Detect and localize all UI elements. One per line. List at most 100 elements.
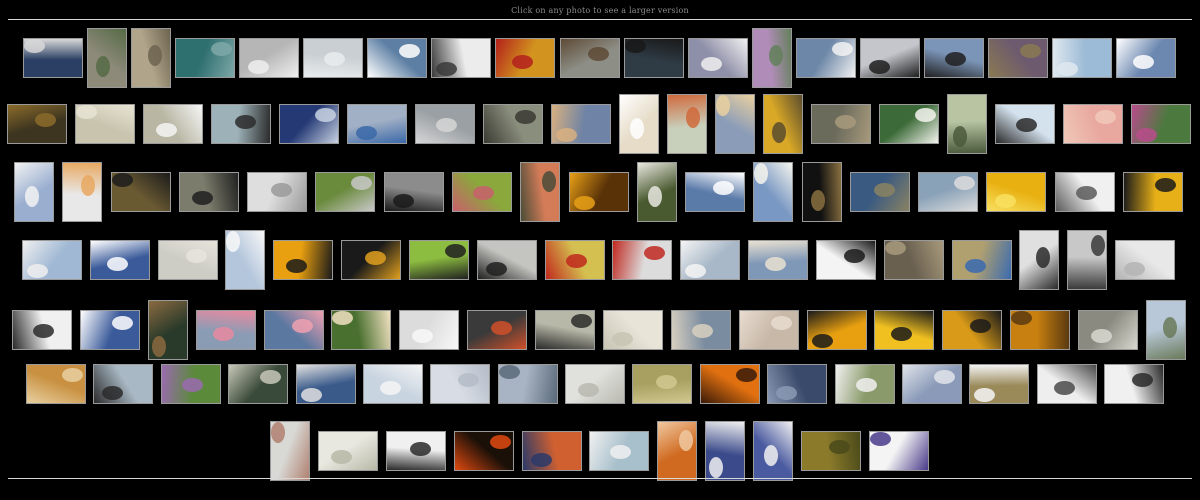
photo-thumbnail[interactable] — [225, 230, 265, 290]
photo-thumbnail[interactable] — [161, 364, 221, 404]
photo-thumbnail[interactable] — [565, 364, 625, 404]
photo-thumbnail[interactable] — [1037, 364, 1097, 404]
photo-thumbnail[interactable] — [685, 172, 745, 212]
photo-thumbnail[interactable] — [386, 431, 446, 471]
photo-thumbnail[interactable] — [315, 172, 375, 212]
photo-thumbnail[interactable] — [969, 364, 1029, 404]
photo-thumbnail[interactable] — [279, 104, 339, 144]
photo-thumbnail[interactable] — [1063, 104, 1123, 144]
photo-thumbnail[interactable] — [942, 310, 1002, 350]
photo-thumbnail[interactable] — [947, 94, 987, 154]
photo-thumbnail[interactable] — [399, 310, 459, 350]
photo-thumbnail[interactable] — [1116, 38, 1176, 78]
photo-thumbnail[interactable] — [753, 421, 793, 481]
photo-thumbnail[interactable] — [498, 364, 558, 404]
photo-thumbnail[interactable] — [143, 104, 203, 144]
photo-thumbnail[interactable] — [816, 240, 876, 280]
photo-thumbnail[interactable] — [807, 310, 867, 350]
photo-thumbnail[interactable] — [850, 172, 910, 212]
photo-thumbnail[interactable] — [62, 162, 102, 222]
photo-thumbnail[interactable] — [918, 172, 978, 212]
photo-thumbnail[interactable] — [228, 364, 288, 404]
photo-thumbnail[interactable] — [748, 240, 808, 280]
photo-thumbnail[interactable] — [560, 38, 620, 78]
photo-thumbnail[interactable] — [1067, 230, 1107, 290]
photo-thumbnail[interactable] — [869, 431, 929, 471]
photo-thumbnail[interactable] — [680, 240, 740, 280]
photo-thumbnail[interactable] — [632, 364, 692, 404]
photo-thumbnail[interactable] — [331, 310, 391, 350]
photo-thumbnail[interactable] — [452, 172, 512, 212]
photo-thumbnail[interactable] — [270, 421, 310, 481]
photo-thumbnail[interactable] — [835, 364, 895, 404]
photo-thumbnail[interactable] — [535, 310, 595, 350]
photo-thumbnail[interactable] — [1052, 38, 1112, 78]
photo-thumbnail[interactable] — [924, 38, 984, 78]
photo-thumbnail[interactable] — [80, 310, 140, 350]
photo-thumbnail[interactable] — [467, 310, 527, 350]
photo-thumbnail[interactable] — [902, 364, 962, 404]
photo-thumbnail[interactable] — [1131, 104, 1191, 144]
photo-thumbnail[interactable] — [454, 431, 514, 471]
photo-thumbnail[interactable] — [341, 240, 401, 280]
photo-thumbnail[interactable] — [763, 94, 803, 154]
photo-thumbnail[interactable] — [384, 172, 444, 212]
photo-thumbnail[interactable] — [363, 364, 423, 404]
photo-thumbnail[interactable] — [26, 364, 86, 404]
photo-thumbnail[interactable] — [753, 162, 793, 222]
photo-thumbnail[interactable] — [14, 162, 54, 222]
photo-thumbnail[interactable] — [211, 104, 271, 144]
photo-thumbnail[interactable] — [624, 38, 684, 78]
photo-thumbnail[interactable] — [264, 310, 324, 350]
photo-thumbnail[interactable] — [545, 240, 605, 280]
photo-thumbnail[interactable] — [303, 38, 363, 78]
photo-thumbnail[interactable] — [296, 364, 356, 404]
photo-thumbnail[interactable] — [986, 172, 1046, 212]
photo-thumbnail[interactable] — [603, 310, 663, 350]
photo-thumbnail[interactable] — [75, 104, 135, 144]
photo-thumbnail[interactable] — [1078, 310, 1138, 350]
photo-thumbnail[interactable] — [273, 240, 333, 280]
photo-thumbnail[interactable] — [715, 94, 755, 154]
photo-thumbnail[interactable] — [705, 421, 745, 481]
photo-thumbnail[interactable] — [802, 162, 842, 222]
photo-thumbnail[interactable] — [90, 240, 150, 280]
photo-thumbnail[interactable] — [1010, 310, 1070, 350]
photo-thumbnail[interactable] — [158, 240, 218, 280]
photo-thumbnail[interactable] — [522, 431, 582, 471]
photo-thumbnail[interactable] — [179, 172, 239, 212]
photo-thumbnail[interactable] — [131, 28, 171, 88]
photo-thumbnail[interactable] — [175, 38, 235, 78]
photo-thumbnail[interactable] — [409, 240, 469, 280]
photo-thumbnail[interactable] — [988, 38, 1048, 78]
photo-thumbnail[interactable] — [239, 38, 299, 78]
photo-thumbnail[interactable] — [767, 364, 827, 404]
photo-thumbnail[interactable] — [637, 162, 677, 222]
photo-thumbnail[interactable] — [22, 240, 82, 280]
photo-thumbnail[interactable] — [7, 104, 67, 144]
photo-thumbnail[interactable] — [752, 28, 792, 88]
photo-thumbnail[interactable] — [520, 162, 560, 222]
photo-thumbnail[interactable] — [1104, 364, 1164, 404]
photo-thumbnail[interactable] — [612, 240, 672, 280]
photo-thumbnail[interactable] — [1123, 172, 1183, 212]
photo-thumbnail[interactable] — [667, 94, 707, 154]
photo-thumbnail[interactable] — [93, 364, 153, 404]
photo-thumbnail[interactable] — [196, 310, 256, 350]
photo-thumbnail[interactable] — [879, 104, 939, 144]
photo-thumbnail[interactable] — [860, 38, 920, 78]
photo-thumbnail[interactable] — [884, 240, 944, 280]
photo-thumbnail[interactable] — [995, 104, 1055, 144]
photo-thumbnail[interactable] — [148, 300, 188, 360]
photo-thumbnail[interactable] — [589, 431, 649, 471]
photo-thumbnail[interactable] — [23, 38, 83, 78]
photo-thumbnail[interactable] — [111, 172, 171, 212]
photo-thumbnail[interactable] — [688, 38, 748, 78]
photo-thumbnail[interactable] — [12, 310, 72, 350]
photo-thumbnail[interactable] — [1146, 300, 1186, 360]
photo-thumbnail[interactable] — [874, 310, 934, 350]
photo-thumbnail[interactable] — [569, 172, 629, 212]
photo-thumbnail[interactable] — [1055, 172, 1115, 212]
photo-thumbnail[interactable] — [431, 38, 491, 78]
photo-thumbnail[interactable] — [700, 364, 760, 404]
